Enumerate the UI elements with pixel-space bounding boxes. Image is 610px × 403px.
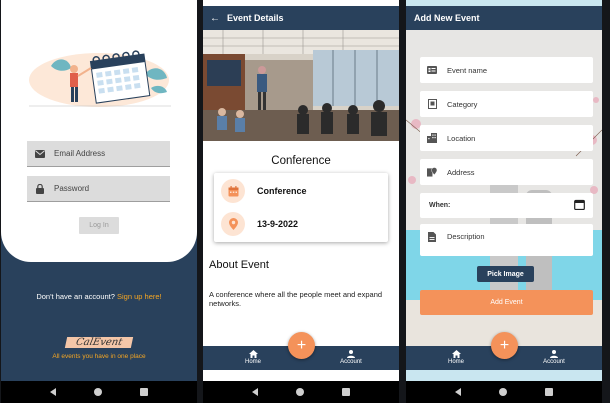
system-nav-bar [203,381,399,403]
brand: CalEvent All events you have in one plac… [1,332,197,360]
location-placeholder: Location [447,133,476,143]
arrow-back-icon[interactable]: ← [203,13,227,24]
email-field[interactable]: Email Address [27,141,170,167]
calendar-illustration [29,50,171,107]
home-circle-icon[interactable] [296,388,304,396]
pick-image-button[interactable]: Pick Image [477,266,534,282]
address-field[interactable]: Address [420,159,593,185]
event-details-screen: ← Event Details Conference Conference 13… [203,0,399,403]
category-icon [427,99,437,109]
brand-logo: CalEvent [64,337,134,348]
home-icon [441,349,471,359]
event-info-card: Conference 13-9-2022 [214,173,388,242]
system-nav-bar [406,381,602,403]
person-icon [539,349,569,359]
tab-home[interactable]: Home [441,349,471,365]
category-field[interactable]: Category [420,91,593,117]
address-pin-icon [427,167,437,177]
event-name-icon [427,65,437,75]
recents-icon[interactable] [545,388,553,396]
description-field[interactable]: Description [420,224,593,256]
back-icon[interactable] [50,388,56,396]
brand-tagline: All events you have in one place [52,353,146,360]
recents-icon[interactable] [140,388,148,396]
event-name-field[interactable]: Event name [420,57,593,83]
tab-home-label: Home [447,359,464,365]
when-label: When: [429,202,451,209]
login-button[interactable]: Log In [79,217,119,234]
tab-account[interactable]: Account [539,349,569,365]
category-row: Conference [221,179,307,203]
event-date: 13-9-2022 [257,219,299,229]
app-bar: ← Event Details [203,6,399,30]
description-placeholder: Description [447,232,485,241]
location-field[interactable]: Location [420,125,593,151]
date-row: 13-9-2022 [221,212,298,236]
address-placeholder: Address [447,167,475,177]
recents-icon[interactable] [342,388,350,396]
home-icon [238,349,268,359]
email-placeholder: Email Address [54,149,106,158]
event-photo [203,30,399,141]
about-heading: About Event [209,259,269,271]
category-placeholder: Category [447,99,478,109]
page-title: Event Details [227,13,284,23]
person-icon [336,349,366,359]
mail-icon [35,149,45,159]
tab-account-label: Account [340,359,362,365]
calendar-icon [221,179,245,203]
tab-account-label: Account [543,359,565,365]
password-placeholder: Password [54,184,90,193]
location-pin-icon [221,212,245,236]
add-event-screen: Add New Event Event name Category Locati… [406,0,602,403]
password-field[interactable]: Password [27,176,170,202]
signup-text: Don't have an account? [36,292,115,301]
login-screen: Email Address Password Log In Don't have… [1,0,197,403]
home-circle-icon[interactable] [94,388,102,396]
description-icon [427,232,437,242]
add-event-button[interactable]: Add Event [420,290,593,315]
add-event-fab[interactable]: + [288,332,315,359]
tab-account[interactable]: Account [336,349,366,365]
signup-prompt: Don't have an account? Sign up here! [1,292,197,301]
event-category: Conference [257,186,307,196]
login-card: Email Address Password Log In [1,0,197,262]
about-text: A conference where all the people meet a… [209,290,383,308]
tab-home-label: Home [244,359,261,365]
home-circle-icon[interactable] [499,388,507,396]
building-icon [427,133,437,143]
event-title: Conference [271,155,331,167]
back-icon[interactable] [252,388,258,396]
signup-link[interactable]: Sign up here! [117,292,162,301]
back-icon[interactable] [455,388,461,396]
calendar-icon[interactable] [574,199,585,212]
lock-icon [35,183,45,194]
event-name-placeholder: Event name [447,65,488,75]
add-event-fab[interactable]: + [491,332,518,359]
page-title: Add New Event [414,13,480,23]
when-field[interactable]: When: [420,193,593,218]
system-nav-bar [1,381,197,403]
app-bar: Add New Event [406,6,602,30]
tab-home[interactable]: Home [238,349,268,365]
